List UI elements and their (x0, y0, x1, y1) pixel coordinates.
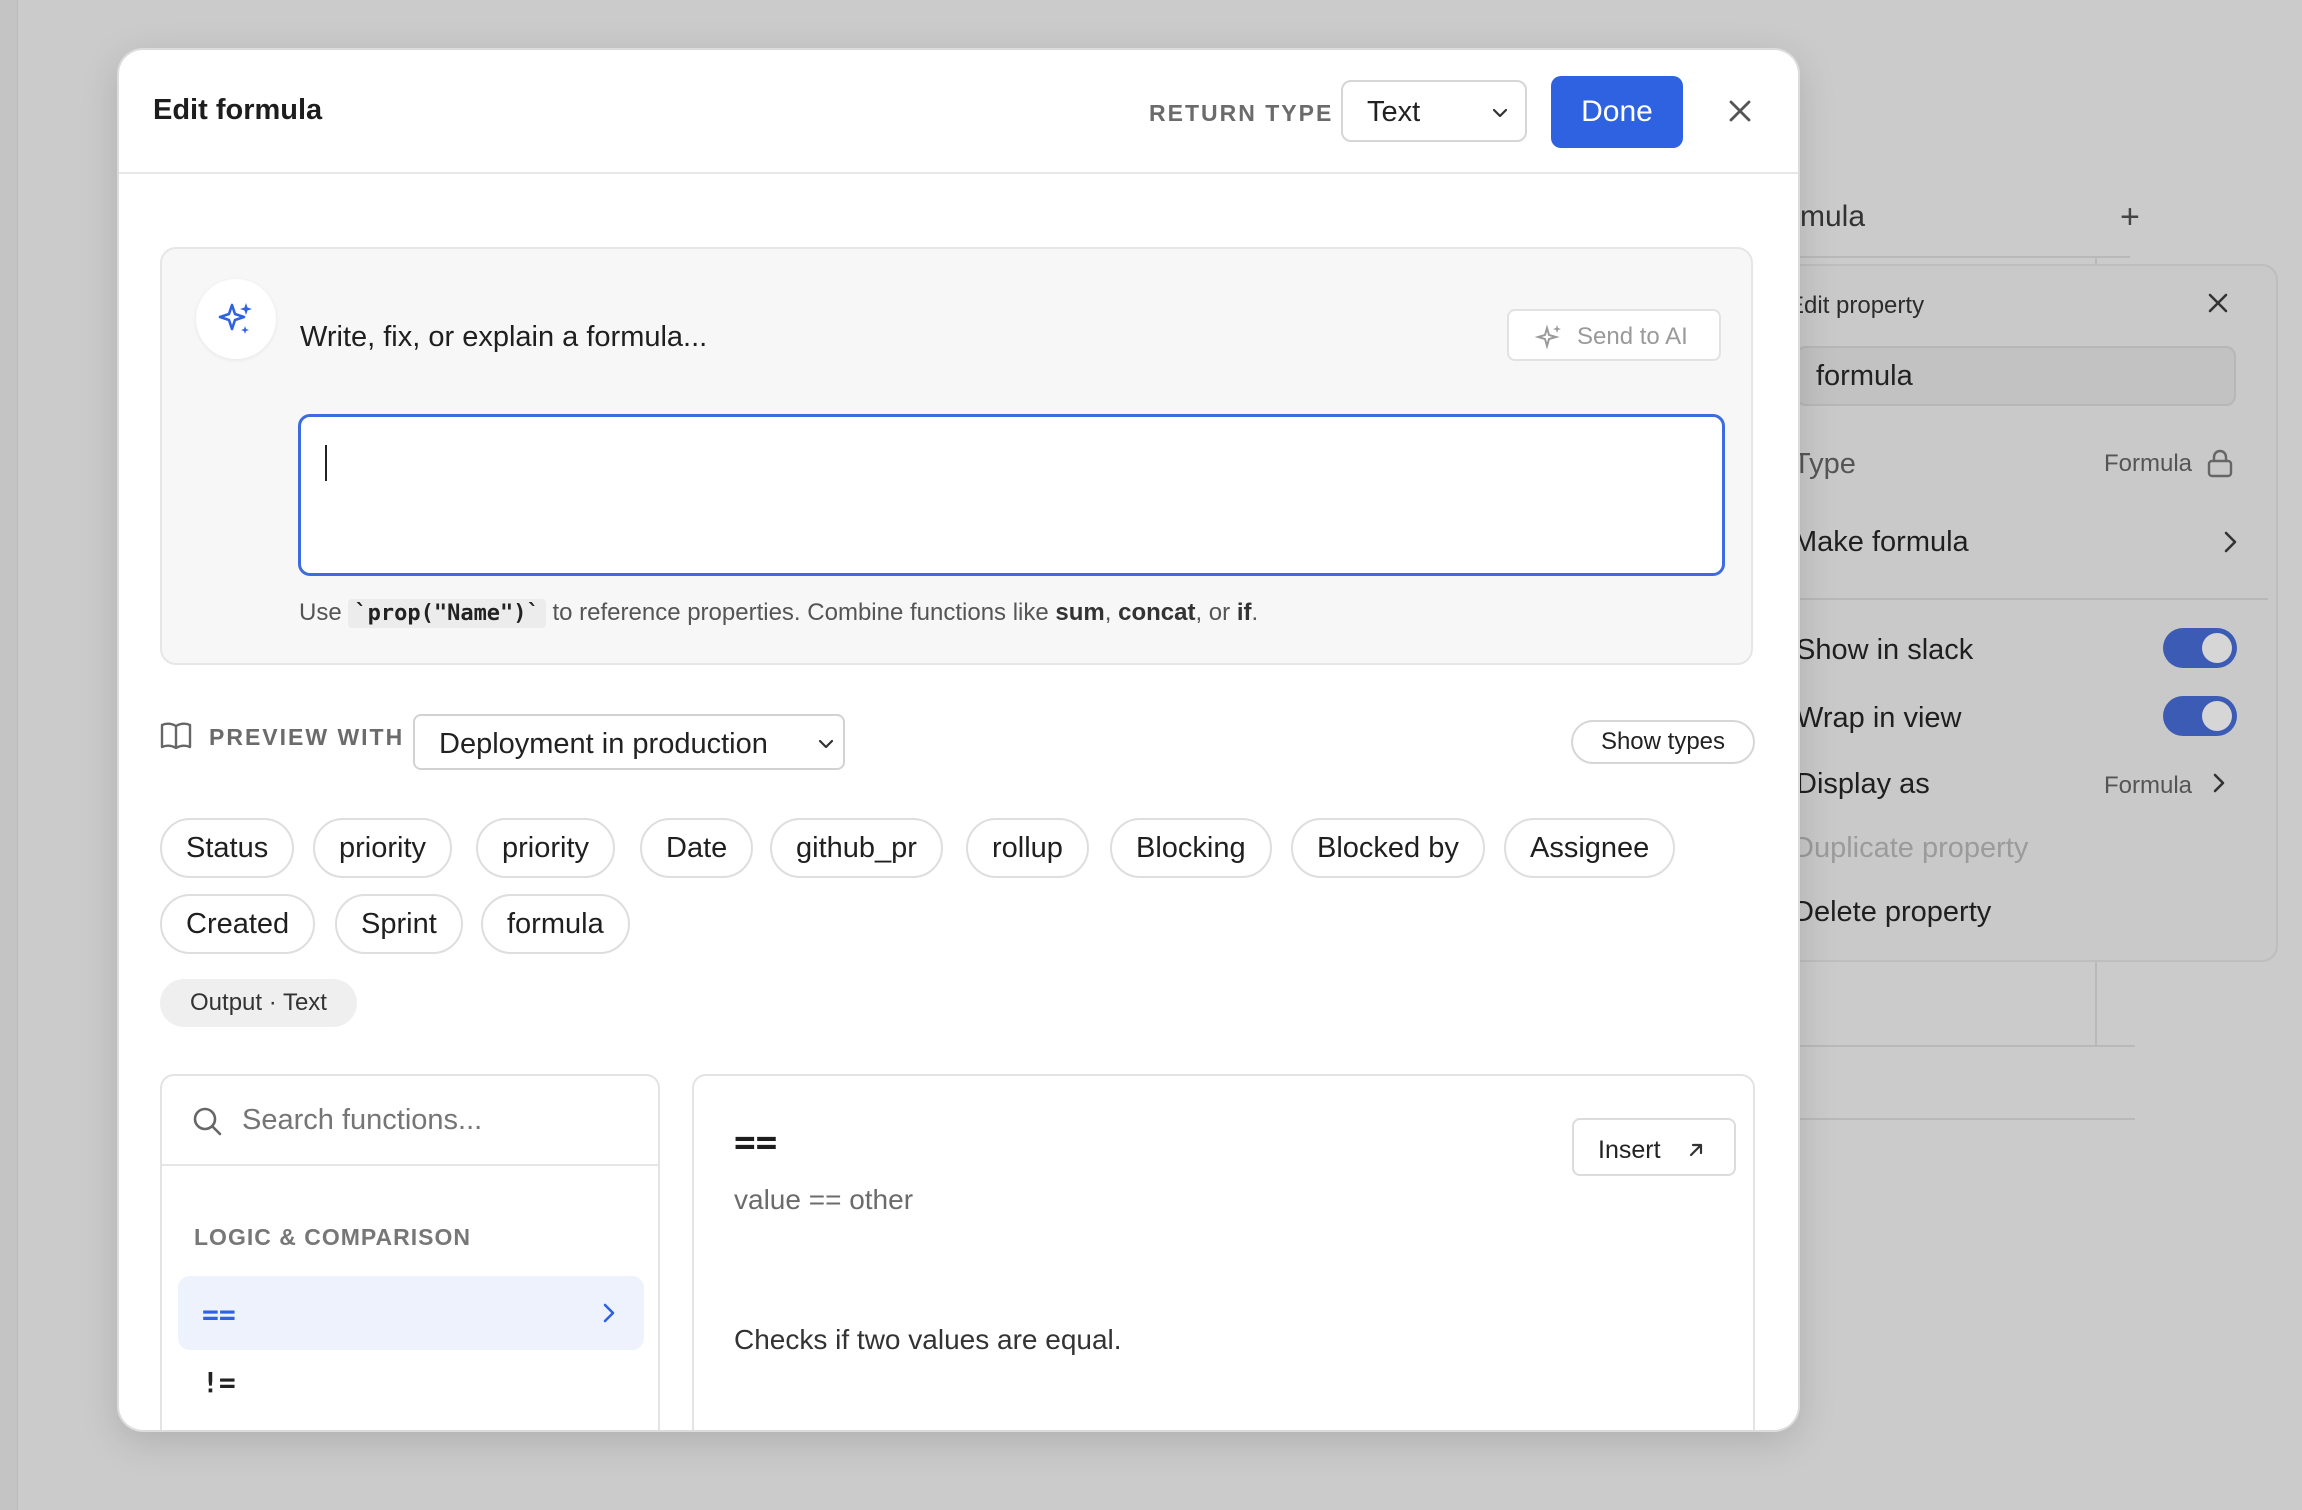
background-sidebar-edge (0, 0, 18, 1510)
hint-function-if: if (1236, 599, 1252, 626)
show-in-slack-label: Show in slack (1796, 634, 1974, 666)
book-icon (160, 722, 192, 750)
wrap-in-view-toggle[interactable] (2163, 696, 2237, 736)
text-caret (325, 445, 327, 481)
wrap-in-view-label: Wrap in view (1796, 702, 1962, 734)
property-chip-rollup[interactable]: rollup (966, 818, 1089, 878)
function-detail-name: == (734, 1122, 778, 1163)
output-type-badge: Output · Text (160, 979, 357, 1027)
function-item-equals[interactable]: == (178, 1276, 644, 1350)
function-detail-panel: == value == other Checks if two values a… (692, 1074, 1755, 1430)
return-type-select[interactable]: Text (1341, 80, 1527, 142)
function-list-panel: LOGIC & COMPARISON == != (160, 1074, 660, 1430)
property-chip-formula[interactable]: formula (481, 894, 630, 954)
divider (1790, 1045, 2135, 1047)
property-chip-status[interactable]: Status (160, 818, 295, 878)
type-label: Type (1793, 448, 1856, 480)
chevron-right-icon (2224, 531, 2237, 553)
ai-hint-text: Use `prop("Name")` to reference properti… (299, 599, 1259, 628)
return-type-label: RETURN TYPE (1149, 100, 1334, 126)
insert-label: Insert (1598, 1136, 1661, 1164)
property-chip-priority[interactable]: priority (313, 818, 453, 878)
modal-title: Edit formula (153, 94, 323, 126)
divider (1790, 598, 2268, 600)
divider (1790, 1118, 2135, 1120)
property-chip-assignee[interactable]: Assignee (1504, 818, 1676, 878)
display-as-value: Formula (2104, 772, 2193, 799)
function-search-input[interactable] (242, 1104, 622, 1137)
background-column-header: rmula (1790, 200, 1866, 233)
sparkles-icon (1535, 324, 1561, 350)
chevron-right-icon (2213, 773, 2225, 793)
chevron-down-icon (1492, 108, 1508, 118)
property-chip-created[interactable]: Created (160, 894, 316, 954)
make-formula-item[interactable]: Make formula (1793, 526, 1969, 559)
function-detail-signature: value == other (734, 1184, 914, 1215)
chevron-down-icon (818, 739, 834, 749)
divider (1790, 256, 2130, 258)
function-item-label: == (202, 1298, 236, 1331)
edit-property-title: Edit property (1788, 292, 1925, 319)
hint-function-sum: sum (1055, 599, 1105, 626)
function-section-heading: LOGIC & COMPARISON (194, 1224, 471, 1250)
ai-formula-input[interactable] (298, 414, 1725, 576)
send-to-ai-button[interactable]: Send to AI (1507, 309, 1721, 361)
hint-code: `prop("Name")` (348, 599, 546, 628)
function-detail-description: Checks if two values are equal. (734, 1324, 1122, 1355)
ai-prompt-label: Write, fix, or explain a formula... (300, 321, 708, 353)
hint-function-concat: concat (1118, 599, 1196, 626)
chevron-down-icon: ˇ (2230, 0, 2237, 16)
show-in-slack-toggle[interactable] (2163, 628, 2237, 668)
hint-text: , or (1195, 599, 1231, 626)
duplicate-property-item[interactable]: Duplicate property (1793, 832, 2028, 865)
function-item-not-equals[interactable]: != (202, 1366, 236, 1399)
ai-assistant-box: Write, fix, or explain a formula... Send… (160, 247, 1753, 665)
property-name-input[interactable]: formula (1796, 346, 2236, 406)
sparkles-icon (196, 279, 276, 359)
property-chip-date[interactable]: Date (640, 818, 754, 878)
preview-record-select[interactable]: Deployment in production (413, 714, 845, 770)
modal-header: Edit formula RETURN TYPE Text Done (119, 50, 1798, 174)
show-types-button[interactable]: Show types (1571, 720, 1755, 764)
hint-text: to reference properties. Combine functio… (552, 599, 1049, 626)
lock-icon (2207, 449, 2233, 478)
arrow-up-right-icon (1689, 1143, 1703, 1157)
close-icon[interactable] (2203, 288, 2233, 318)
done-button[interactable]: Done (1551, 76, 1683, 148)
return-type-value: Text (1367, 96, 1421, 128)
edit-formula-modal: Edit formula RETURN TYPE Text Done Write… (119, 50, 1798, 1430)
property-chip-blocked-by[interactable]: Blocked by (1291, 818, 1485, 878)
property-chip-priority[interactable]: priority (476, 818, 616, 878)
property-chip-github-pr[interactable]: github_pr (770, 818, 943, 878)
property-chip-blocking[interactable]: Blocking (1110, 818, 1272, 878)
insert-button[interactable]: Insert (1572, 1118, 1736, 1176)
delete-property-item[interactable]: Delete property (1793, 896, 1991, 929)
function-search (162, 1076, 658, 1166)
display-as-item[interactable]: Display as (1796, 768, 1930, 801)
chevron-right-icon (603, 1303, 615, 1323)
plus-icon[interactable]: + (2120, 198, 2140, 237)
search-icon (193, 1107, 222, 1136)
hint-text: Use (299, 599, 342, 626)
send-to-ai-label: Send to AI (1577, 323, 1688, 350)
hint-text: . (1251, 599, 1259, 626)
type-value: Formula (2104, 450, 2193, 477)
preview-with-label: PREVIEW WITH (209, 724, 405, 750)
close-icon[interactable] (1723, 94, 1757, 128)
property-chip-sprint[interactable]: Sprint (335, 894, 463, 954)
preview-record-value: Deployment in production (439, 728, 768, 760)
